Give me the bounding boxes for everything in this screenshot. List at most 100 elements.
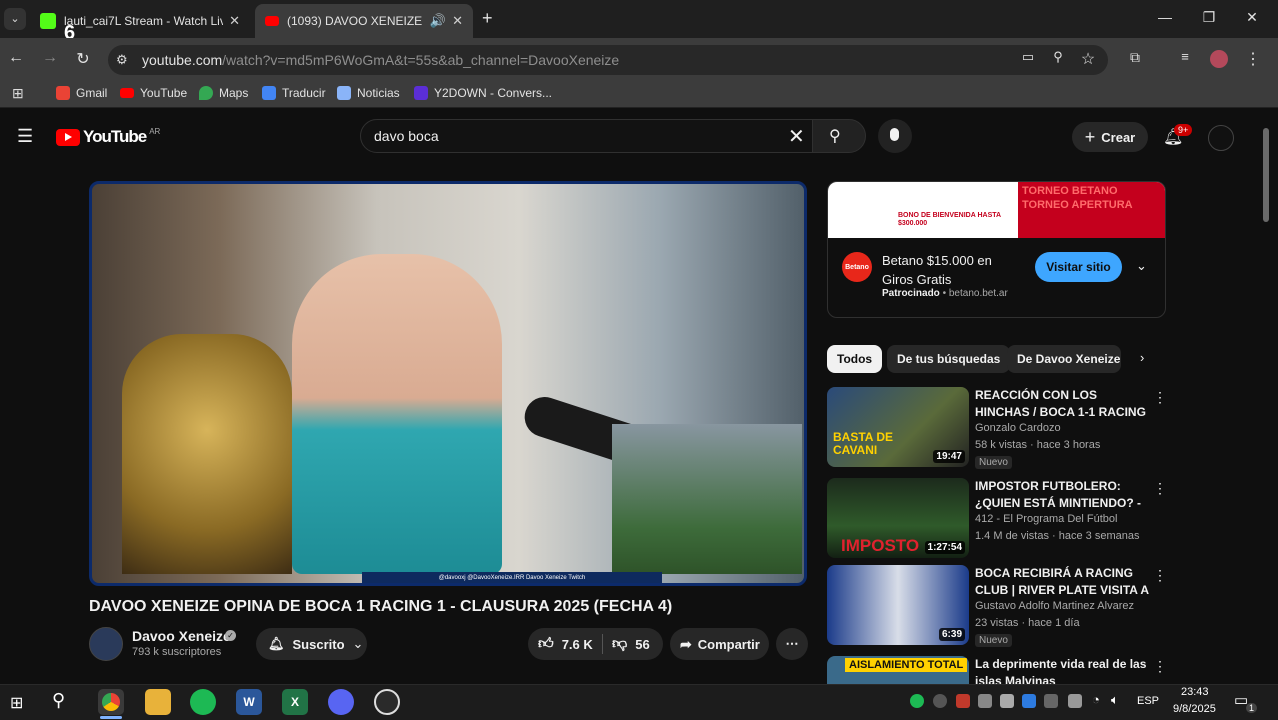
- tab-youtube-video[interactable]: (1093) DAVOO XENEIZE OPINA DE BOCA 1 RAC…: [255, 4, 473, 38]
- tray-app-icon[interactable]: [956, 694, 970, 708]
- video-thumbnail[interactable]: BASTA DE CAVANI 19:47: [827, 387, 969, 467]
- close-tab-icon[interactable]: ✕: [452, 13, 463, 29]
- extensions-icon[interactable]: ⧉: [1125, 49, 1145, 66]
- more-options-icon[interactable]: ⋮: [1153, 389, 1167, 406]
- thumbnail-caption: IMPOSTO: [841, 536, 920, 555]
- recommendation-channel: 412 - El Programa Del Fútbol: [975, 513, 1118, 525]
- list-item[interactable]: IMPOSTO 1:27:54 IMPOSTOR FUTBOLERO: ¿QUI…: [827, 478, 1172, 562]
- chip-de-davoo-xeneize[interactable]: De Davoo Xeneize: [1007, 345, 1121, 373]
- restore-icon[interactable]: ❐: [1199, 9, 1219, 26]
- chrome-taskbar-icon[interactable]: [98, 689, 124, 715]
- hamburger-menu-icon[interactable]: ☰: [17, 126, 33, 147]
- more-options-icon[interactable]: ⋮: [1153, 658, 1167, 675]
- windows-start-icon[interactable]: ⊞: [10, 693, 23, 713]
- obs-tray-icon[interactable]: [933, 694, 947, 708]
- bookmark-star-icon[interactable]: ☆: [1078, 49, 1098, 69]
- word-icon[interactable]: W: [236, 689, 262, 715]
- wifi-icon[interactable]: ◔: [1092, 692, 1100, 707]
- search-query[interactable]: davo boca: [374, 128, 439, 144]
- more-options-icon[interactable]: ⋮: [1153, 567, 1167, 584]
- plus-icon: +: [1084, 126, 1096, 147]
- clear-search-icon[interactable]: ✕: [788, 124, 805, 149]
- clock-time[interactable]: 23:43: [1181, 686, 1209, 698]
- channel-avatar[interactable]: [89, 627, 123, 661]
- bookmark-gmail[interactable]: Gmail: [56, 86, 107, 100]
- zoom-icon[interactable]: ⚲: [1048, 49, 1068, 65]
- youtube-icon: [120, 88, 134, 98]
- speaker-icon[interactable]: 🔊: [430, 13, 446, 29]
- duration-badge: 19:47: [933, 450, 965, 463]
- bookmark-maps[interactable]: Maps: [199, 86, 248, 100]
- minimize-icon[interactable]: —: [1155, 9, 1175, 25]
- video-social-overlay: @davooxj @DavooXeneize.IRR Davoo Xeneize…: [362, 572, 662, 583]
- dislike-button[interactable]: 👎︎ 56: [612, 635, 650, 653]
- y2down-icon: [414, 86, 428, 100]
- url-text[interactable]: youtube.com/watch?v=md5mP6WoGmA&t=55s&ab…: [142, 52, 619, 68]
- site-info-icon[interactable]: ⚙: [116, 52, 128, 68]
- back-icon[interactable]: ←: [6, 49, 26, 67]
- thumbnail-caption: AISLAMIENTO TOTAL: [845, 658, 968, 672]
- bookmark-y2down[interactable]: Y2DOWN - Convers...: [414, 86, 552, 100]
- file-explorer-icon[interactable]: [145, 689, 171, 715]
- spotify-tray-icon[interactable]: [910, 694, 924, 708]
- page-scrollbar[interactable]: [1263, 128, 1269, 222]
- youtube-play-icon: [56, 128, 80, 146]
- media-control-icon[interactable]: ≡: [1175, 49, 1195, 64]
- apps-grid-icon[interactable]: ⊞: [12, 85, 24, 102]
- chip-de-tus-busquedas[interactable]: De tus búsquedas: [887, 345, 1011, 373]
- more-options-icon[interactable]: ⋮: [1153, 480, 1167, 497]
- subscribed-button[interactable]: 🔔︎ Suscrito ⌄: [256, 628, 367, 660]
- create-button[interactable]: + Crear: [1072, 122, 1148, 152]
- volume-icon[interactable]: 🔈︎: [1111, 692, 1119, 708]
- video-thumbnail[interactable]: AISLAMIENTO TOTAL: [827, 656, 969, 684]
- tab-kick-stream[interactable]: lauti_cai7L Stream - Watch Live ✕: [30, 4, 250, 38]
- tray-app-icon[interactable]: [1044, 694, 1058, 708]
- chip-todos[interactable]: Todos: [827, 345, 883, 373]
- bookmark-traducir[interactable]: Traducir: [262, 86, 326, 100]
- close-tab-icon[interactable]: ✕: [229, 13, 240, 29]
- microphone-tray-icon[interactable]: [1000, 694, 1014, 708]
- menu-kebab-icon[interactable]: ⋮: [1243, 49, 1263, 69]
- share-button[interactable]: ➦ Compartir: [670, 628, 769, 660]
- new-tab-button[interactable]: +: [482, 8, 493, 29]
- ad-options-chevron-icon[interactable]: ⌄: [1136, 258, 1147, 274]
- video-thumbnail[interactable]: 6:39: [827, 565, 969, 645]
- like-button[interactable]: 👍︎ 7.6 K: [538, 635, 593, 653]
- bookmark-noticias[interactable]: Noticias: [337, 86, 400, 100]
- video-thumbnail[interactable]: IMPOSTO 1:27:54: [827, 478, 969, 558]
- language-indicator[interactable]: ESP: [1137, 695, 1159, 707]
- excel-icon[interactable]: X: [282, 689, 308, 715]
- reload-icon[interactable]: ↻: [73, 49, 93, 69]
- discord-icon[interactable]: [328, 689, 354, 715]
- bookmark-youtube[interactable]: YouTube: [120, 86, 187, 100]
- close-window-icon[interactable]: ✕: [1242, 9, 1262, 26]
- chips-next-icon[interactable]: ›: [1140, 350, 1144, 365]
- profile-avatar[interactable]: [1210, 50, 1228, 68]
- visit-site-button[interactable]: Visitar sitio: [1035, 252, 1122, 282]
- betano-logo: Betano: [842, 252, 872, 282]
- forward-icon[interactable]: →: [40, 49, 60, 67]
- youtube-logo[interactable]: YouTube AR: [56, 127, 160, 147]
- tab-search-button[interactable]: ⌄: [4, 8, 26, 30]
- sponsored-ad-card[interactable]: TORNEO BETANO TORNEO APERTURA BONO DE BI…: [827, 181, 1166, 318]
- spotify-icon[interactable]: [190, 689, 216, 715]
- list-item[interactable]: AISLAMIENTO TOTAL La deprimente vida rea…: [827, 656, 1172, 684]
- gmail-icon: [56, 86, 70, 100]
- recommendation-title: La deprimente vida real de las islas Mal…: [975, 657, 1147, 684]
- tray-app-icon[interactable]: [1022, 694, 1036, 708]
- battery-icon[interactable]: [1068, 694, 1082, 708]
- channel-name[interactable]: Davoo Xeneize: [132, 628, 231, 644]
- recommendation-title: REACCIÓN CON LOS HINCHAS / BOCA 1-1 RACI…: [975, 388, 1146, 419]
- obs-icon[interactable]: [374, 689, 400, 715]
- account-avatar[interactable]: [1208, 125, 1234, 151]
- news-icon: [337, 86, 351, 100]
- clock-date[interactable]: 9/8/2025: [1173, 703, 1216, 715]
- notification-count: 1: [1246, 703, 1258, 713]
- search-icon[interactable]: ⚲: [52, 690, 65, 711]
- list-item[interactable]: BASTA DE CAVANI 19:47 REACCIÓN CON LOS H…: [827, 387, 1172, 471]
- tray-app-icon[interactable]: [978, 694, 992, 708]
- list-item[interactable]: 6:39 BOCA RECIBIRÁ A RACING CLUB | RIVER…: [827, 565, 1172, 649]
- video-player[interactable]: @davooxj @DavooXeneize.IRR Davoo Xeneize…: [89, 181, 807, 586]
- cast-icon[interactable]: ▭: [1018, 49, 1038, 65]
- more-actions-button[interactable]: ⋯: [776, 628, 808, 660]
